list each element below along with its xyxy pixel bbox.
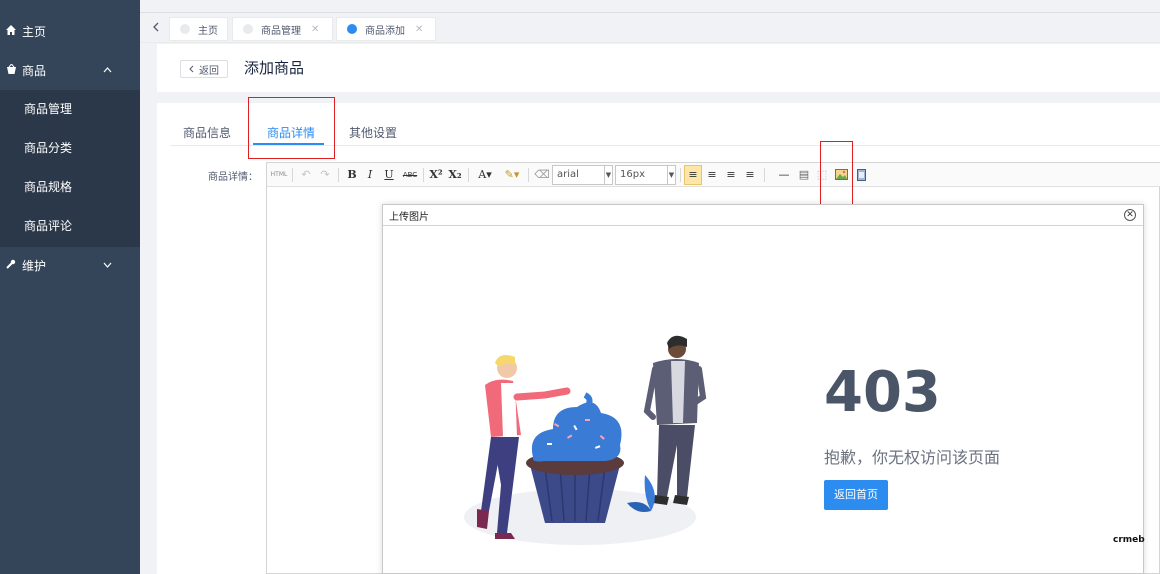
align-center-icon[interactable]: ≡ <box>704 166 720 184</box>
sidebar-item-maintain[interactable]: 维护 <box>0 246 140 285</box>
error-code: 403 <box>824 360 941 425</box>
font-family-select[interactable]: arial ▼ <box>552 165 613 185</box>
tab-close-icon[interactable]: ✕ <box>311 24 319 35</box>
highlight-box-detail-tab <box>248 97 335 159</box>
insert-video-icon[interactable] <box>854 166 868 184</box>
tab-close-icon[interactable]: ✕ <box>415 24 423 35</box>
tab-goods-info[interactable]: 商品信息 <box>183 124 231 141</box>
tab-status-dot <box>243 24 253 34</box>
italic-icon[interactable]: I <box>362 166 378 184</box>
home-icon <box>4 25 18 38</box>
chevron-left-icon <box>189 65 194 73</box>
sidebar-subitem-goods-spec[interactable]: 商品规格 <box>0 168 140 207</box>
font-size-value: 16px <box>620 169 645 180</box>
page-title: 添加商品 <box>244 59 305 77</box>
toolbar-separator <box>423 168 424 182</box>
tab-label: 商品添加 <box>365 25 405 37</box>
font-size-select[interactable]: 16px ▼ <box>615 165 676 185</box>
brand-logo: crmeb <box>1113 535 1145 545</box>
align-left-icon[interactable]: ≡ <box>684 165 702 185</box>
dropdown-arrow-icon: ▼ <box>604 166 612 184</box>
strikethrough-icon[interactable]: ABC <box>401 166 419 184</box>
close-icon[interactable]: ✕ <box>1124 209 1136 221</box>
bold-icon[interactable]: B <box>344 166 360 184</box>
toolbar-separator <box>764 168 765 182</box>
tab-status-dot <box>180 24 190 34</box>
sidebar-subitem-goods-manage[interactable]: 商品管理 <box>0 90 140 129</box>
underline-icon[interactable]: U <box>381 166 397 184</box>
tab-scroll-left-icon[interactable] <box>147 18 163 38</box>
redo-icon[interactable]: ↷ <box>317 166 333 184</box>
subscript-icon[interactable]: X₂ <box>447 166 463 184</box>
dropdown-arrow-icon: ▼ <box>667 166 675 184</box>
toolbar-separator <box>468 168 469 182</box>
chevron-up-icon <box>103 65 112 76</box>
dialog-header <box>383 205 1143 226</box>
align-right-icon[interactable]: ≡ <box>723 166 739 184</box>
dialog-title: 上传图片 <box>389 212 429 223</box>
tab-other-settings[interactable]: 其他设置 <box>349 124 397 141</box>
back-home-button[interactable]: 返回首页 <box>824 480 888 510</box>
error-message: 抱歉，你无权访问该页面 <box>824 448 1001 467</box>
html-source-button[interactable]: HTML <box>270 166 288 184</box>
tab-home[interactable]: 主页 <box>169 17 228 41</box>
goods-icon <box>4 63 18 77</box>
tab-label: 主页 <box>198 25 218 37</box>
undo-icon[interactable]: ↶ <box>298 166 314 184</box>
eraser-icon[interactable]: ⌫ <box>534 166 550 184</box>
error-illustration <box>464 335 707 545</box>
detail-field-label: 商品详情： <box>208 172 258 183</box>
superscript-icon[interactable]: X² <box>428 166 444 184</box>
sidebar-item-goods[interactable]: 商品 <box>0 51 140 90</box>
toolbar-separator <box>292 168 293 182</box>
toolbar-separator <box>338 168 339 182</box>
sidebar-subitem-goods-category[interactable]: 商品分类 <box>0 129 140 168</box>
highlight-box-image-button <box>820 141 853 211</box>
chevron-down-icon <box>103 260 112 271</box>
page-header <box>157 44 1160 92</box>
horizontal-rule-icon[interactable]: — <box>776 166 792 184</box>
print-icon[interactable]: ▤ <box>796 166 812 184</box>
sidebar-subitem-goods-review[interactable]: 商品评论 <box>0 207 140 246</box>
back-button[interactable]: 返回 <box>180 60 228 78</box>
tab-active-dot <box>347 24 357 34</box>
tab-goods-add[interactable]: 商品添加 ✕ <box>336 17 436 41</box>
align-justify-icon[interactable]: ≡ <box>742 166 758 184</box>
font-family-value: arial <box>557 169 579 180</box>
toolbar-separator <box>680 168 681 182</box>
toolbar-separator <box>528 168 529 182</box>
sidebar-item-home[interactable]: 主页 <box>0 12 140 51</box>
back-button-label: 返回 <box>199 65 219 77</box>
tab-goods-manage[interactable]: 商品管理 ✕ <box>232 17 333 41</box>
tab-label: 商品管理 <box>261 25 301 37</box>
highlight-color-icon[interactable]: ✎▾ <box>500 166 524 184</box>
wrench-icon <box>4 259 18 272</box>
font-color-icon[interactable]: A▾ <box>474 166 496 184</box>
